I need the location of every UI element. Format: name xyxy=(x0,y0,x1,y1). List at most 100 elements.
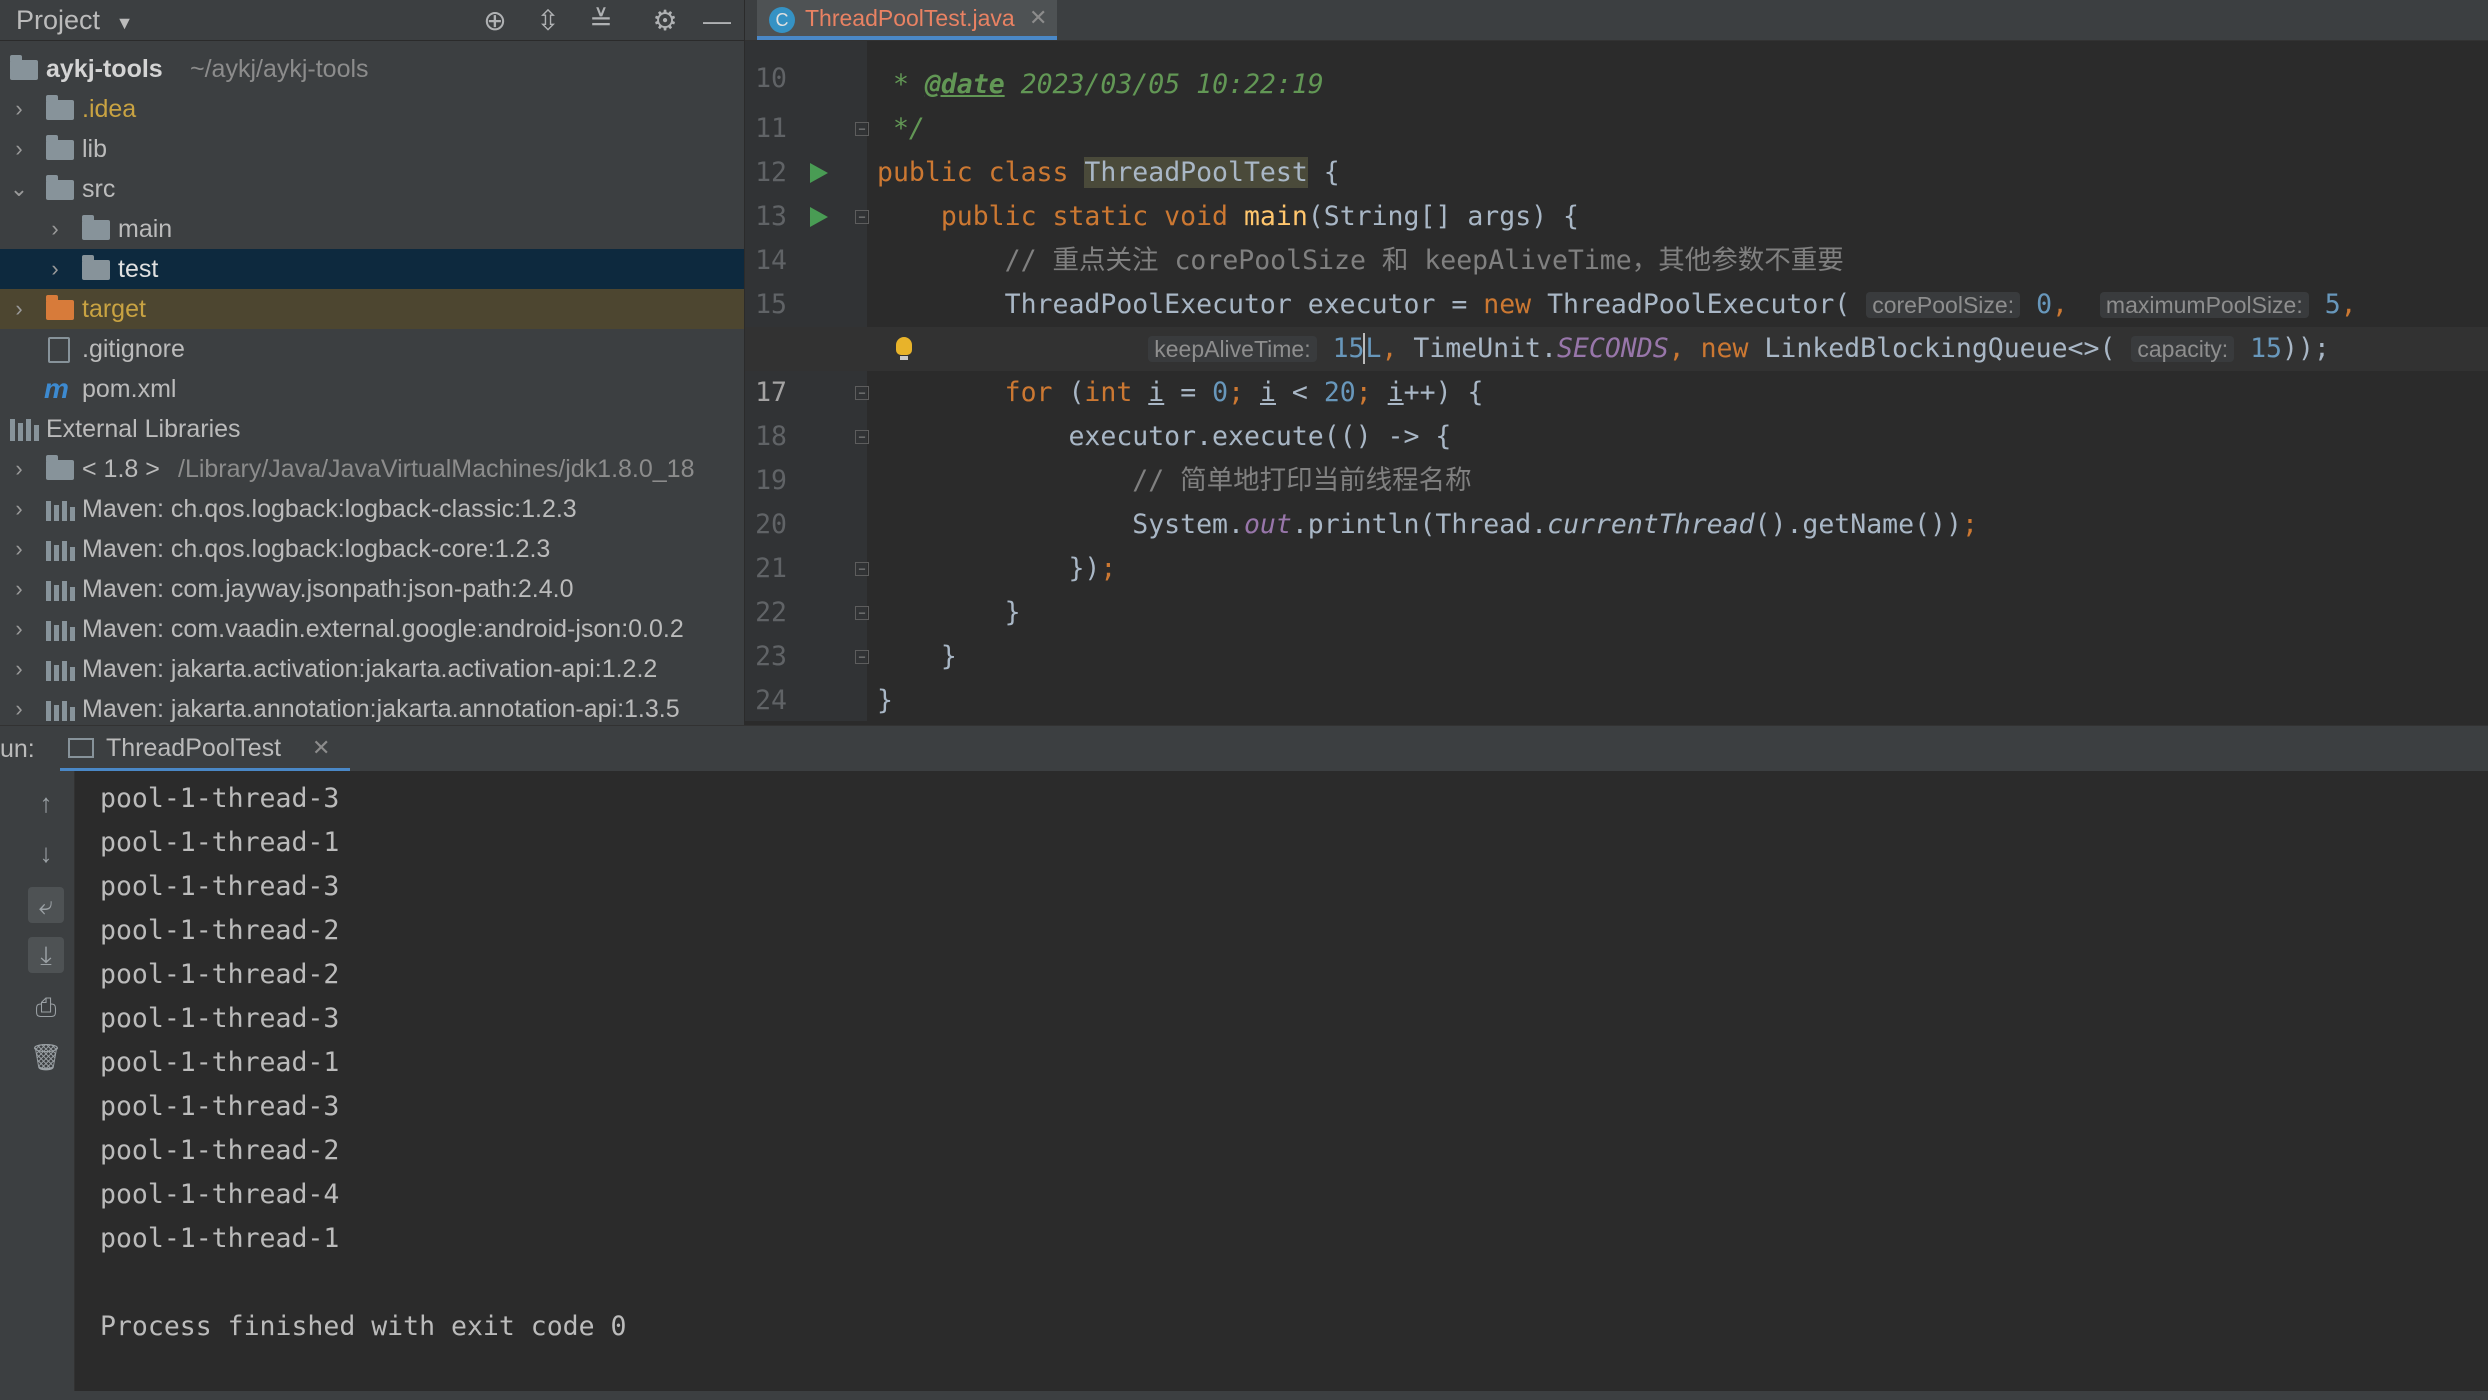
soft-wrap-icon[interactable]: ⤶ xyxy=(28,887,64,923)
gear-icon[interactable]: ⚙ xyxy=(648,4,682,38)
code-editor[interactable]: 10 11 * @date 2023/03/05 10:22:19 12 − *… xyxy=(745,41,2488,721)
chevron-right-icon[interactable]: › xyxy=(44,209,66,249)
console-output[interactable]: pool-1-thread-3 pool-1-thread-1 pool-1-t… xyxy=(75,771,2488,1391)
project-tree: aykj-tools ~/aykj/aykj-tools › .idea › l… xyxy=(0,41,744,725)
chevron-right-icon[interactable]: › xyxy=(8,569,30,609)
code-line-current: 17 keepAliveTime: 15L, TimeUnit.SECONDS,… xyxy=(745,327,2488,408)
tree-item-label: Maven: jakarta.annotation:jakarta.annota… xyxy=(82,695,680,723)
folder-icon xyxy=(46,95,74,120)
tab-label: ThreadPoolTest.java xyxy=(805,5,1015,31)
library-icon xyxy=(46,579,76,601)
chevron-right-icon[interactable]: › xyxy=(8,649,30,689)
run-tab-threadpooltest[interactable]: ThreadPoolTest ✕ xyxy=(60,726,350,772)
chevron-right-icon[interactable]: › xyxy=(8,689,30,725)
tree-item-target[interactable]: › target xyxy=(0,289,744,329)
chevron-right-icon[interactable]: › xyxy=(8,529,30,569)
print-icon[interactable]: ⎙ xyxy=(28,989,64,1025)
tree-item-idea[interactable]: › .idea xyxy=(0,89,744,129)
tree-item-library[interactable]: › Maven: ch.qos.logback:logback-core:1.2… xyxy=(0,529,744,569)
tree-item-library[interactable]: › Maven: com.vaadin.external.google:andr… xyxy=(0,609,744,649)
maven-icon: m xyxy=(44,373,69,404)
fold-icon[interactable]: − xyxy=(855,562,869,576)
console-line: pool-1-thread-2 xyxy=(100,915,340,946)
console-line: pool-1-thread-4 xyxy=(100,1179,340,1210)
code-line: 14 − public static void main(String[] ar… xyxy=(745,195,2488,276)
project-view-selector[interactable]: Project ▼ xyxy=(16,2,133,41)
chevron-down-icon[interactable]: ⌄ xyxy=(8,169,30,209)
expand-all-icon[interactable]: ⇳ xyxy=(531,4,565,38)
tree-item-label: External Libraries xyxy=(46,415,241,443)
console-line: pool-1-thread-1 xyxy=(100,1047,340,1078)
tree-item-jdk[interactable]: › < 1.8 > /Library/Java/JavaVirtualMachi… xyxy=(0,449,744,489)
collapse-all-icon[interactable]: ≚ xyxy=(584,4,618,38)
locate-icon[interactable]: ⊕ xyxy=(478,4,512,38)
chevron-right-icon[interactable]: › xyxy=(8,489,30,529)
console-line: pool-1-thread-3 xyxy=(100,871,340,902)
console-line: pool-1-thread-2 xyxy=(100,1135,340,1166)
library-icon xyxy=(46,659,76,681)
ignore-file-icon xyxy=(48,337,70,363)
java-class-icon: C xyxy=(769,7,795,33)
run-toolbar: ↑ ↓ ⤶ ⤓ ⎙ 🗑 xyxy=(18,771,75,1400)
run-side-strip xyxy=(0,771,18,1400)
libraries-icon xyxy=(10,419,40,441)
console-line: pool-1-thread-3 xyxy=(100,1003,340,1034)
up-arrow-icon[interactable]: ↑ xyxy=(28,785,64,821)
parameter-hint: maximumPoolSize: xyxy=(2099,292,2309,318)
editor-tab-bar: C ThreadPoolTest.java ✕ xyxy=(745,0,2488,41)
tree-item-label: .gitignore xyxy=(82,335,185,363)
close-icon[interactable]: ✕ xyxy=(312,726,330,770)
chevron-right-icon[interactable]: › xyxy=(8,89,30,129)
tree-item-src[interactable]: ⌄ src xyxy=(0,169,744,209)
chevron-right-icon[interactable]: › xyxy=(8,609,30,649)
tree-item-label: Maven: com.jayway.jsonpath:json-path:2.4… xyxy=(82,575,574,603)
tree-item-label: target xyxy=(82,295,146,323)
tree-item-test[interactable]: › test xyxy=(0,249,744,289)
folder-icon xyxy=(46,135,74,160)
run-icon[interactable] xyxy=(810,163,828,183)
fold-icon[interactable]: − xyxy=(855,122,869,136)
chevron-right-icon[interactable]: › xyxy=(8,449,30,489)
code-line: 19 − executor.execute(() -> { xyxy=(745,415,2488,496)
console-line: pool-1-thread-2 xyxy=(100,959,340,990)
chevron-right-icon[interactable]: › xyxy=(44,249,66,289)
chevron-right-icon[interactable]: › xyxy=(8,129,30,169)
tree-item-lib[interactable]: › lib xyxy=(0,129,744,169)
tree-item-aykj-tools[interactable]: aykj-tools ~/aykj/aykj-tools xyxy=(0,49,744,89)
tree-item-label: src xyxy=(82,175,116,203)
library-icon xyxy=(46,499,76,521)
fold-icon[interactable]: − xyxy=(855,210,869,224)
chevron-down-icon: ▼ xyxy=(115,13,134,33)
tree-item-external-libraries[interactable]: External Libraries xyxy=(0,409,744,449)
tree-item-library[interactable]: › Maven: jakarta.activation:jakarta.acti… xyxy=(0,649,744,689)
tree-item-gitignore[interactable]: .gitignore xyxy=(0,329,744,369)
down-arrow-icon[interactable]: ↓ xyxy=(28,835,64,871)
tree-item-label: Maven: ch.qos.logback:logback-core:1.2.3 xyxy=(82,535,551,563)
status-bar xyxy=(0,1391,2488,1400)
trash-icon[interactable]: 🗑 xyxy=(28,1039,64,1075)
tree-item-library[interactable]: › Maven: ch.qos.logback:logback-classic:… xyxy=(0,489,744,529)
fold-icon[interactable]: − xyxy=(855,606,869,620)
scroll-to-end-icon[interactable]: ⤓ xyxy=(28,937,64,973)
tab-threadpooltest-java[interactable]: C ThreadPoolTest.java ✕ xyxy=(757,0,1057,40)
code-line: 15 // 重点关注 corePoolSize 和 keepAliveTime，… xyxy=(745,239,2488,320)
run-icon[interactable] xyxy=(810,207,828,227)
chevron-right-icon[interactable]: › xyxy=(8,289,30,329)
tree-item-main[interactable]: › main xyxy=(0,209,744,249)
tree-item-library[interactable]: › Maven: com.jayway.jsonpath:json-path:2… xyxy=(0,569,744,609)
tree-item-pom[interactable]: m pom.xml xyxy=(0,369,744,409)
run-config-icon xyxy=(68,738,94,758)
tree-item-label: main xyxy=(118,215,173,243)
fold-icon[interactable]: − xyxy=(855,386,869,400)
fold-icon[interactable]: − xyxy=(855,430,869,444)
tree-item-label: Maven: ch.qos.logback:logback-classic:1.… xyxy=(82,495,577,523)
library-icon xyxy=(46,619,76,641)
close-icon[interactable]: ✕ xyxy=(1029,0,1047,36)
fold-icon[interactable]: − xyxy=(855,650,869,664)
console-line: pool-1-thread-1 xyxy=(100,827,340,858)
tree-item-label: test xyxy=(118,255,159,283)
tree-item-library[interactable]: › Maven: jakarta.annotation:jakarta.anno… xyxy=(0,689,744,725)
minimize-icon[interactable]: — xyxy=(700,4,734,38)
code-line: 22 − }); xyxy=(745,547,2488,628)
run-panel-header: un: ThreadPoolTest ✕ xyxy=(0,725,2488,772)
